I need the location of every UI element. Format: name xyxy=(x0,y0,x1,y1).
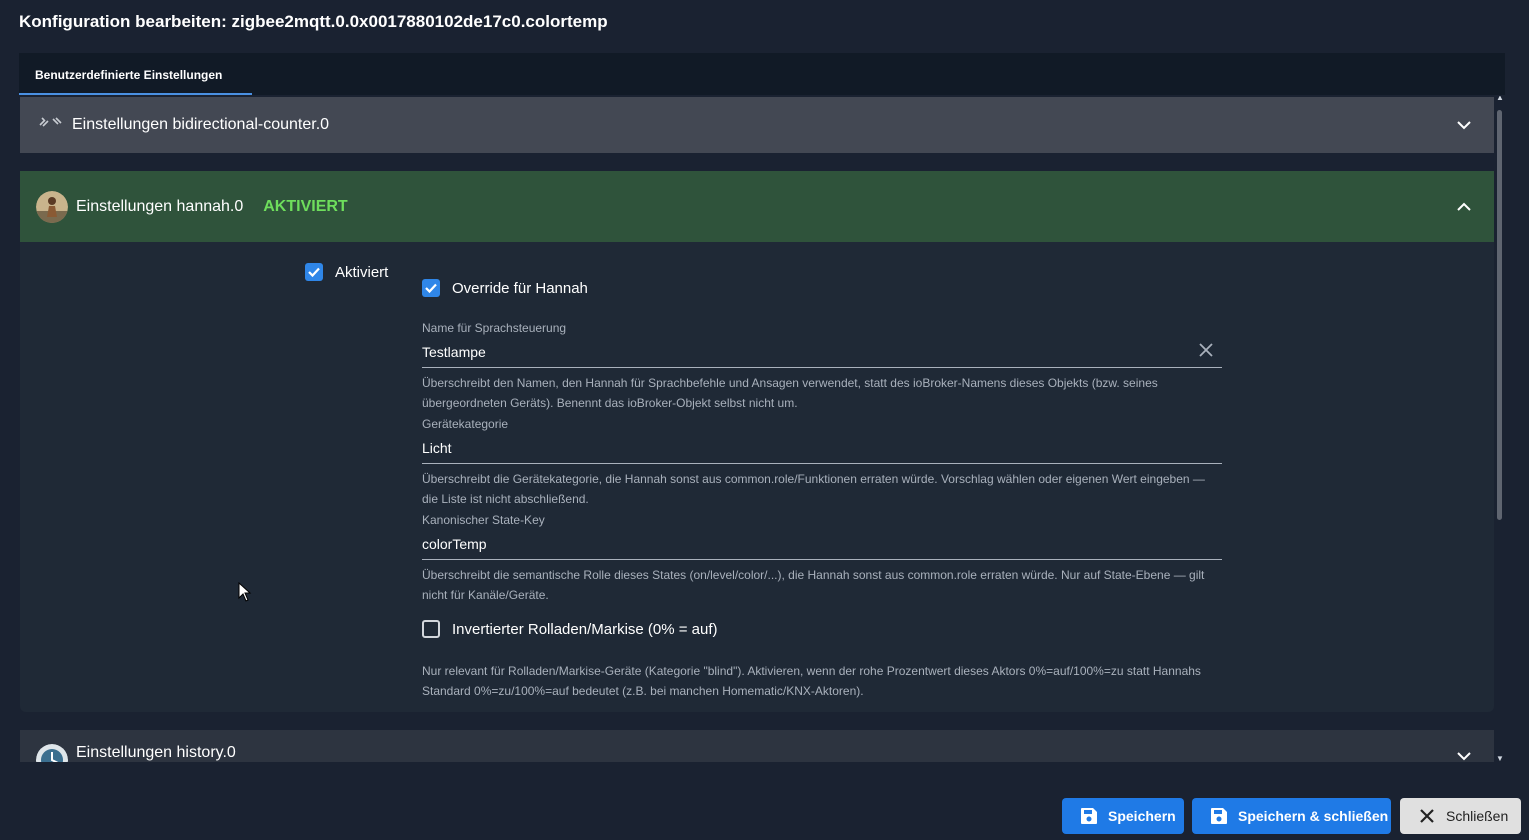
close-button[interactable]: Schließen xyxy=(1400,798,1521,834)
device-category-field: Gerätekategorie Licht Überschreibt die G… xyxy=(422,417,1222,509)
save-button-label: Speichern xyxy=(1108,808,1176,824)
mouse-cursor-icon xyxy=(238,581,252,607)
inverted-label: Invertierter Rolladen/Markise (0% = auf) xyxy=(452,620,718,638)
inverted-checkbox[interactable] xyxy=(422,620,440,638)
state-key-field: Kanonischer State-Key colorTemp Überschr… xyxy=(422,513,1222,605)
panel-history-header[interactable]: Einstellungen history.0 xyxy=(20,730,1494,762)
save-icon xyxy=(1211,808,1227,824)
override-checkbox[interactable] xyxy=(422,279,440,297)
voice-name-input[interactable]: Testlampe xyxy=(422,342,1222,368)
panel-hannah-body: Aktiviert Override für Hannah Name für S… xyxy=(20,242,1494,712)
panel-history-label: Einstellungen history.0 xyxy=(76,744,236,761)
inverted-checkbox-row[interactable]: Invertierter Rolladen/Markise (0% = auf) xyxy=(422,620,718,638)
save-icon xyxy=(1081,808,1097,824)
clear-icon[interactable] xyxy=(1198,342,1214,361)
scrollbar-thumb[interactable] xyxy=(1497,110,1502,520)
voice-name-label: Name für Sprachsteuerung xyxy=(422,321,567,335)
device-category-label: Gerätekategorie xyxy=(422,417,509,431)
settings-content[interactable]: Einstellungen bidirectional-counter.0 Ei… xyxy=(19,96,1505,762)
panel-bidirectional-counter-header[interactable]: Einstellungen bidirectional-counter.0 xyxy=(20,97,1494,153)
device-category-help: Überschreibt die Gerätekategorie, die Ha… xyxy=(422,472,1205,506)
tab-bar: Benutzerdefinierte Einstellungen xyxy=(19,53,1505,95)
hannah-avatar-icon xyxy=(36,190,68,223)
check-icon xyxy=(308,267,320,278)
close-button-label: Schließen xyxy=(1446,808,1509,824)
device-category-input[interactable]: Licht xyxy=(422,438,1222,464)
enabled-label: Aktiviert xyxy=(335,263,389,281)
override-checkbox-row[interactable]: Override für Hannah xyxy=(422,279,588,297)
chevron-down-icon[interactable] xyxy=(1454,115,1474,135)
chevron-down-icon[interactable] xyxy=(1454,746,1474,762)
scroll-up-icon[interactable]: ▲ xyxy=(1496,96,1504,102)
enabled-checkbox-row[interactable]: Aktiviert xyxy=(305,263,388,281)
voice-name-field: Name für Sprachsteuerung Testlampe Übers… xyxy=(422,321,1222,413)
state-key-label: Kanonischer State-Key xyxy=(422,513,545,527)
dialog-title: Konfiguration bearbeiten: zigbee2mqtt.0.… xyxy=(19,12,608,31)
save-close-button[interactable]: Speichern & schließen xyxy=(1192,798,1391,834)
voice-name-value: Testlampe xyxy=(422,344,486,360)
state-key-value: colorTemp xyxy=(422,536,487,552)
save-button[interactable]: Speichern xyxy=(1062,798,1184,834)
chevron-up-icon[interactable] xyxy=(1454,197,1474,217)
history-icon xyxy=(36,744,68,762)
voice-name-help: Überschreibt den Namen, den Hannah für S… xyxy=(422,376,1158,410)
state-key-input[interactable]: colorTemp xyxy=(422,534,1222,560)
override-label: Override für Hannah xyxy=(452,279,588,297)
save-close-button-label: Speichern & schließen xyxy=(1238,808,1389,824)
enabled-checkbox[interactable] xyxy=(305,263,323,281)
panel-hannah-label: Einstellungen hannah.0 xyxy=(76,197,244,215)
inverted-help: Nur relevant für Rolladen/Markise-Geräte… xyxy=(422,664,1201,698)
check-icon xyxy=(425,283,437,294)
scrollbar[interactable]: ▲ ▼ xyxy=(1496,96,1504,762)
close-icon xyxy=(1420,809,1434,823)
panel-hannah-header[interactable]: Einstellungen hannah.0 AKTIVIERT xyxy=(20,171,1494,242)
tab-custom-settings[interactable]: Benutzerdefinierte Einstellungen xyxy=(19,53,252,95)
scroll-down-icon[interactable]: ▼ xyxy=(1496,754,1504,762)
state-key-help: Überschreibt die semantische Rolle diese… xyxy=(422,568,1205,602)
device-category-value: Licht xyxy=(422,440,452,456)
panel-bidirectional-counter-label: Einstellungen bidirectional-counter.0 xyxy=(72,116,330,133)
status-badge: AKTIVIERT xyxy=(263,197,348,215)
bidirectional-counter-icon xyxy=(38,115,64,136)
